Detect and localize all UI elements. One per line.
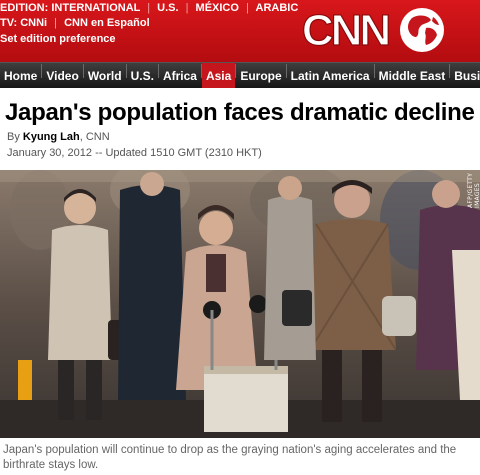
street-scene-image: [0, 170, 480, 438]
edition-selector: EDITION: INTERNATIONAL | U.S. | MÉXICO |…: [0, 2, 298, 14]
tv-label: TV:: [0, 17, 18, 29]
tv-cnn-espanol-link[interactable]: CNN en Español: [64, 17, 150, 29]
tv-cnni-link[interactable]: CNNi: [20, 17, 47, 29]
article-photo: AFP/GETTY IMAGES: [0, 170, 480, 438]
divider: |: [147, 2, 151, 14]
cnn-logo-text: CNN: [302, 6, 389, 52]
cnn-logo[interactable]: CNN: [296, 4, 394, 52]
divider: |: [246, 2, 249, 14]
globe-icon[interactable]: [398, 6, 446, 54]
edition-us-link[interactable]: U.S.: [157, 2, 178, 14]
author-link[interactable]: Kyung Lah: [23, 131, 80, 143]
edition-label: EDITION:: [0, 2, 49, 14]
edition-international-link[interactable]: INTERNATIONAL: [51, 2, 140, 14]
nav-asia[interactable]: Asia: [201, 63, 236, 88]
nav-us[interactable]: U.S.: [127, 63, 158, 88]
nav-middle-east[interactable]: Middle East: [375, 63, 450, 88]
article-headline: Japan's population faces dramatic declin…: [5, 99, 475, 126]
nav-video[interactable]: Video: [42, 63, 82, 88]
divider: |: [54, 17, 57, 29]
nav-europe[interactable]: Europe: [236, 63, 285, 88]
masthead: EDITION: INTERNATIONAL | U.S. | MÉXICO |…: [0, 0, 480, 62]
divider: |: [185, 2, 189, 14]
set-edition-preference-link[interactable]: Set edition preference: [0, 33, 116, 45]
nav-business[interactable]: Business: [450, 63, 480, 88]
edition-arabic-link[interactable]: ARABIC: [256, 2, 299, 14]
photo-credit: AFP/GETTY IMAGES: [467, 172, 480, 208]
byline-prefix: By: [7, 131, 20, 143]
byline: By Kyung Lah, CNN: [7, 131, 110, 143]
byline-outlet: , CNN: [79, 131, 110, 143]
edition-mexico-link[interactable]: MÉXICO: [196, 2, 239, 14]
nav-latin-america[interactable]: Latin America: [287, 63, 374, 88]
article-timestamp: January 30, 2012 -- Updated 1510 GMT (23…: [7, 147, 262, 159]
photo-caption: Japan's population will continue to drop…: [3, 444, 457, 471]
nav-africa[interactable]: Africa: [159, 63, 201, 88]
tv-links: TV: CNNi | CNN en Español: [0, 17, 150, 29]
edition-preference: Set edition preference: [0, 33, 116, 45]
nav-home[interactable]: Home: [0, 63, 41, 88]
nav-world[interactable]: World: [84, 63, 126, 88]
main-navigation: Home Video World U.S. Africa Asia Europe Latin …: [0, 62, 480, 88]
